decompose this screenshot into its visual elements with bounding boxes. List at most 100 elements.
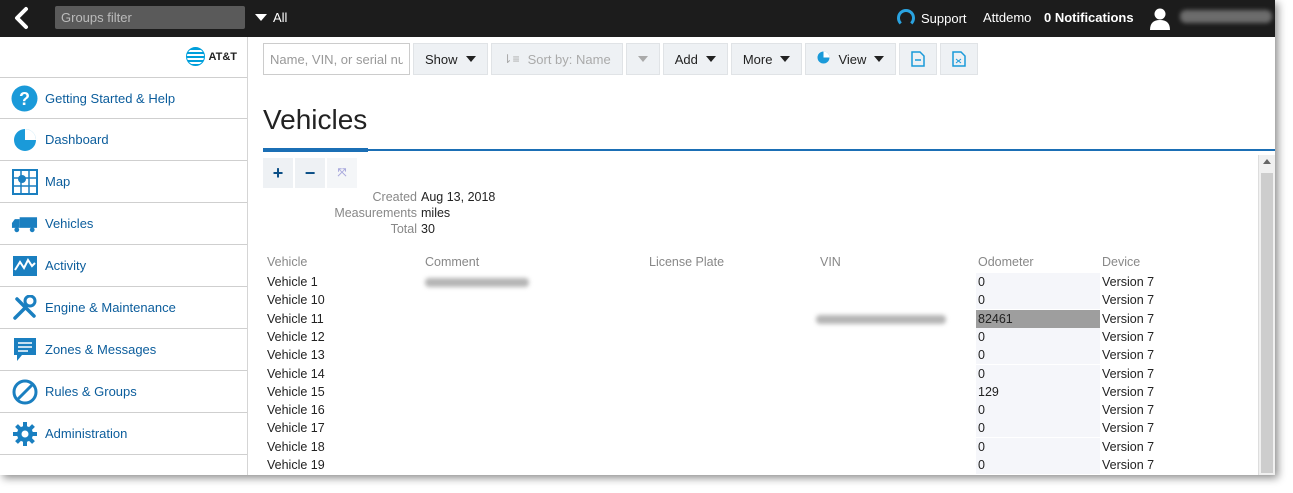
sidebar-item-administration[interactable]: Administration [0,413,247,455]
table-row[interactable]: Vehicle 16 0 Version 7 [267,401,1257,420]
sidebar-item-label: Zones & Messages [45,342,157,357]
device-cell: Version 7 [1102,458,1155,472]
table-row[interactable]: Vehicle 1 0 Version 7 [267,273,1257,291]
att-globe-icon [186,47,206,66]
table-row[interactable]: Vehicle 10 0 Version 7 [267,291,1257,310]
sidebar-item-vehicles[interactable]: Vehicles [0,203,247,245]
table-row[interactable]: Vehicle 18 0 Version 7 [267,437,1257,456]
sidebar-item-label: Rules & Groups [45,384,137,399]
total-value: 30 [421,222,435,236]
chevron-down-icon [874,56,885,62]
export-excel-button[interactable] [940,43,979,75]
scroll-thumb[interactable] [1261,173,1273,473]
fullscreen-icon[interactable]: ⤧ [327,158,357,188]
collapse-all-button[interactable]: − [295,158,325,188]
user-icon[interactable] [1148,6,1172,30]
groups-all-dropdown[interactable]: All [255,10,287,25]
vehicle-name-cell: Vehicle 12 [267,329,325,344]
activity-icon [11,252,38,279]
show-label: Show [425,51,458,67]
table-row[interactable]: Vehicle 12 0 Version 7 [267,327,1257,346]
sidebar-item-activity[interactable]: Activity [0,245,247,287]
device-cell: Version 7 [1102,384,1155,399]
sidebar-item-label: Vehicles [45,216,94,231]
add-label: Add [674,51,698,67]
page-title: Vehicles [263,104,368,135]
more-label: More [742,51,773,67]
sort-label: Sort by: Name [527,51,611,67]
column-header-vehicle[interactable]: Vehicle [267,255,307,269]
odometer-cell: 82461 [976,309,1100,328]
table-row[interactable]: Vehicle 14 0 Version 7 [267,364,1257,383]
odometer-cell: 0 [976,364,1100,383]
expand-all-button[interactable]: + [263,158,293,188]
comment-redacted [425,278,529,287]
column-header-odometer[interactable]: Odometer [978,255,1034,269]
chevron-down-icon [465,56,476,62]
groups-filter-input[interactable] [55,6,245,29]
table-row[interactable]: Vehicle 15 129 Version 7 [267,382,1257,401]
table-row[interactable]: Vehicle 17 0 Version 7 [267,419,1257,438]
dashboard-icon [11,126,38,153]
show-button[interactable]: Show [413,43,488,75]
export-pdf-button[interactable] [899,43,938,75]
notifications-link[interactable]: 0 Notifications [1044,10,1134,25]
sidebar-item-label: Getting Started & Help [45,90,176,106]
sidebar-item-map[interactable]: Map [0,161,247,203]
att-logo-text: AT&T [208,50,237,63]
sidebar-item-zones-messages[interactable]: Zones & Messages [0,329,247,371]
sidebar-item-label: Map [45,174,71,189]
odometer-cell: 0 [976,437,1100,456]
measurements-row: Measurements miles [249,205,549,221]
column-header-license-plate[interactable]: License Plate [649,255,724,269]
view-button[interactable]: View [805,43,897,75]
att-logo: AT&T [186,47,237,66]
odometer-cell: 0 [976,346,1100,365]
odometer-cell: 0 [976,327,1100,346]
more-button[interactable]: More [730,43,803,75]
vehicle-search-input[interactable] [263,43,410,75]
column-header-device[interactable]: Device [1102,255,1140,269]
sort-direction-button[interactable] [625,43,660,75]
truck-icon [11,210,38,237]
vin-redacted [816,314,946,324]
title-divider-active [263,148,368,152]
vehicle-name-cell: Vehicle 10 [267,293,325,308]
scroll-up-arrow-icon[interactable] [1263,159,1271,164]
total-label: Total [390,222,417,236]
sidebar-item-dashboard[interactable]: Dashboard [0,119,247,161]
support-link[interactable]: Support [897,9,967,27]
excel-file-icon [952,51,967,67]
vertical-scrollbar[interactable] [1258,155,1275,475]
odometer-cell: 0 [976,273,1100,291]
device-cell: Version 7 [1102,311,1155,326]
measurements-value: miles [421,206,451,220]
wrench-icon [11,294,38,321]
created-row: Created Aug 13, 2018 [249,189,549,205]
device-cell: Version 7 [1102,329,1155,344]
sidebar-item-label: Activity [45,258,87,273]
column-header-vin[interactable]: VIN [820,255,841,269]
sort-button[interactable]: ⇂≡ Sort by: Name [490,43,623,75]
sidebar-item-engine-maintenance[interactable]: Engine & Maintenance [0,287,247,329]
table-row[interactable]: Vehicle 13 0 Version 7 [267,346,1257,365]
column-header-comment[interactable]: Comment [425,255,479,269]
user-name[interactable]: Attdemo [983,10,1031,25]
odometer-cell: 0 [976,291,1100,310]
help-icon: ? [11,85,38,112]
back-arrow-icon[interactable] [10,6,34,30]
table-row[interactable]: Vehicle 11 82461 Version 7 [267,309,1257,328]
title-divider [263,149,1275,151]
sidebar-item-getting-started[interactable]: ? Getting Started & Help [0,77,247,119]
vehicle-name-cell: Vehicle 11 [267,311,324,326]
vehicle-name-cell: Vehicle 16 [267,403,325,418]
sidebar-item-label: Engine & Maintenance [45,300,176,315]
sidebar: AT&T ? Getting Started & Help Dashboard … [0,37,248,475]
device-cell: Version 7 [1102,275,1155,289]
sidebar-item-rules-groups[interactable]: Rules & Groups [0,371,247,413]
add-button[interactable]: Add [662,43,728,75]
table-row[interactable]: Vehicle 19 0 Version 7 [267,456,1257,474]
message-icon [11,336,38,363]
chevron-down-icon [705,56,716,62]
chevron-down-icon [780,56,791,62]
